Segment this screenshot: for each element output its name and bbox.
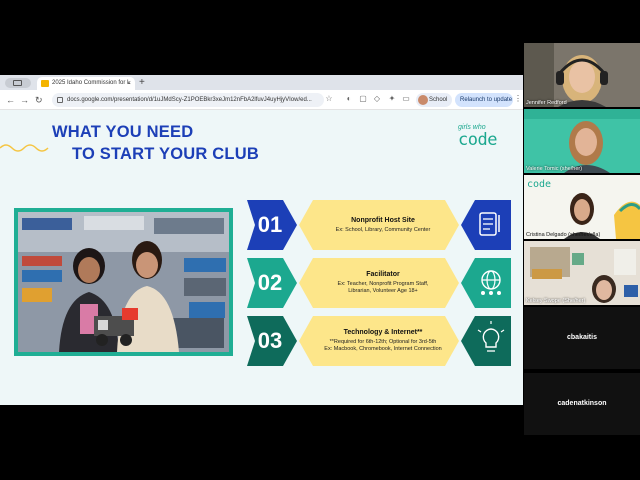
new-tab-button[interactable]: +	[139, 76, 145, 89]
requirement-detail: Ex: School, Library, Community Center	[335, 226, 431, 233]
tab-close-icon[interactable]: ×	[127, 77, 131, 90]
shared-browser-window: 2025 Idaho Commission for L × + ← → ↻ do…	[0, 75, 523, 405]
step-number: 01	[257, 212, 283, 237]
participant-name-tile[interactable]: cadenatkinson	[524, 373, 640, 435]
requirement-heading: Technology & Internet**	[343, 329, 423, 336]
step-number: 02	[257, 270, 283, 295]
girls-who-code-logo: girls who code	[458, 124, 514, 149]
extension-icon[interactable]: ▢	[358, 94, 368, 104]
lightbulb-icon	[461, 316, 511, 366]
svg-text:code: code	[527, 179, 551, 190]
requirement-heading: Nonprofit Host Site	[351, 216, 415, 224]
requirement-detail: **Required for 6th-12th; Optional for 3r…	[329, 339, 437, 345]
tab-title: 2025 Idaho Commission for L	[52, 80, 131, 86]
back-icon[interactable]: ←	[6, 94, 15, 106]
slides-favicon-icon	[41, 80, 49, 87]
participant-name: Jennifer Redford	[526, 100, 567, 106]
requirement-row: 01 Nonprofit Host Site Ex: School, Libra…	[247, 200, 511, 250]
browser-tab[interactable]: 2025 Idaho Commission for L ×	[37, 77, 135, 90]
extension-icon[interactable]: ◇	[372, 94, 382, 104]
url-text: docs.google.com/presentation/d/1uJMdScy-…	[67, 97, 312, 103]
split-view-icon[interactable]: ▭	[401, 94, 411, 104]
requirement-text: Nonprofit Host Site Ex: School, Library,…	[307, 200, 459, 250]
participant-name: cbakaitis	[567, 334, 597, 341]
requirement-detail: Ex: Teacher, Nonprofit Program Staff,	[337, 281, 429, 287]
site-info-icon[interactable]	[57, 97, 63, 103]
people-network-icon	[461, 258, 511, 308]
reload-icon[interactable]: ↻	[35, 94, 43, 106]
participant-video-tile[interactable]: Jennifer Redford	[524, 43, 640, 107]
requirement-detail: Librarian, Volunteer Age 18+	[348, 288, 418, 294]
slide-title-line2: TO START YOUR CLUB	[72, 145, 259, 163]
menu-icon[interactable]: ⋮	[514, 94, 522, 103]
forward-icon[interactable]: →	[20, 94, 29, 106]
club-photo	[14, 208, 233, 356]
tab-bar: 2025 Idaho Commission for L × +	[0, 75, 523, 90]
participant-video-tile[interactable]: code Cristina Delgado (she/her/ella)	[524, 175, 640, 239]
participant-video-tile[interactable]: Kelsey Swope (She/her)	[524, 241, 640, 305]
slide-title-line1: WHAT YOU NEED	[52, 123, 194, 141]
requirement-detail: Ex: Macbook, Chromebook, Internet Connec…	[324, 346, 442, 352]
requirement-row: 02 Facilitator Ex: Teacher, Nonprofit Pr…	[247, 258, 511, 308]
avatar	[418, 95, 428, 105]
relaunch-button[interactable]: Relaunch to update	[455, 93, 513, 107]
logo-big-text: code	[458, 130, 497, 150]
meeting-stage: 2025 Idaho Commission for L × + ← → ↻ do…	[0, 0, 640, 480]
extension-icon[interactable]: ◐	[344, 94, 354, 104]
requirement-heading: Facilitator	[366, 271, 400, 278]
address-toolbar: ← → ↻ docs.google.com/presentation/d/1uJ…	[0, 90, 523, 110]
profile-chip[interactable]: School	[416, 93, 452, 107]
requirement-text: Technology & Internet** **Required for 6…	[307, 316, 459, 366]
checklist-icon	[461, 200, 511, 250]
presentation-slide: WHAT YOU NEED TO START YOUR CLUB girls w…	[0, 110, 523, 405]
requirement-text: Facilitator Ex: Teacher, Nonprofit Progr…	[307, 258, 459, 308]
profile-label: School	[429, 97, 448, 103]
participant-name: cadenatkinson	[557, 400, 607, 407]
extensions-puzzle-icon[interactable]: ✦	[387, 94, 397, 104]
decorative-squiggle-icon	[0, 144, 49, 152]
participant-video-tile[interactable]: Valerie Tomic (she/her)	[524, 109, 640, 173]
step-number: 03	[257, 328, 283, 353]
participant-name: Valerie Tomic (she/her)	[526, 166, 583, 172]
bookmark-star-icon[interactable]: ☆	[324, 94, 334, 104]
requirement-row: 03 Technology & Internet** **Required fo…	[247, 316, 511, 366]
participant-name-tile[interactable]: cbakaitis	[524, 307, 640, 369]
tab-search-button[interactable]	[5, 78, 31, 88]
participant-name: Kelsey Swope (She/her)	[526, 298, 586, 304]
url-bar[interactable]: docs.google.com/presentation/d/1uJMdScy-…	[52, 93, 324, 107]
participant-name: Cristina Delgado (she/her/ella)	[526, 232, 601, 238]
